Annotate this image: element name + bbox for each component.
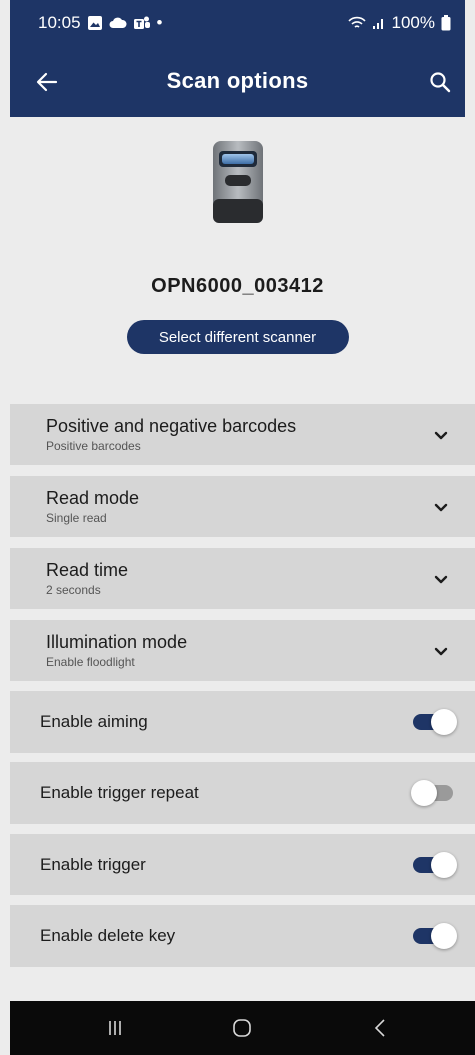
gallery-icon — [87, 15, 103, 31]
toggle-knob — [431, 851, 457, 878]
setting-texts: Read time 2 seconds — [46, 560, 128, 597]
recent-apps-icon — [109, 1021, 121, 1035]
recent-apps-button[interactable] — [100, 1015, 130, 1041]
signal-icon — [372, 16, 386, 30]
cloud-icon — [109, 16, 127, 30]
status-right: 100% — [347, 12, 451, 33]
back-icon — [374, 1019, 385, 1037]
chevron-down-icon — [434, 575, 448, 583]
setting-value: Enable floodlight — [46, 655, 135, 669]
scanner-device-image — [207, 137, 269, 232]
arrow-left-icon — [36, 72, 58, 92]
enable-trigger-toggle[interactable] — [411, 851, 457, 878]
setting-value: Single read — [46, 511, 107, 525]
setting-read-mode[interactable]: Read mode Single read — [10, 476, 475, 537]
toggle-label: Enable trigger repeat — [40, 783, 199, 802]
back-button[interactable] — [32, 67, 62, 97]
status-time: 10:05 — [38, 12, 81, 32]
system-navigation-bar — [10, 1001, 475, 1055]
setting-label: Read time — [46, 560, 129, 580]
system-back-button[interactable] — [365, 1015, 395, 1041]
setting-value: 2 seconds — [46, 583, 101, 597]
teams-icon — [133, 15, 151, 31]
status-bar: 10:05 • 100% — [10, 0, 465, 45]
setting-texts: Positive and negative barcodes Positive … — [46, 416, 296, 453]
chevron-down-icon — [434, 647, 448, 655]
enable-trigger-repeat-toggle[interactable] — [411, 780, 457, 806]
toggle-knob — [431, 709, 457, 735]
status-dot: • — [156, 12, 163, 32]
scanner-header: OPN6000_003412 Select different scanner — [10, 117, 465, 404]
setting-texts: Read mode Single read — [46, 488, 139, 525]
setting-read-time[interactable]: Read time 2 seconds — [10, 548, 475, 609]
setting-label: Illumination mode — [46, 632, 188, 652]
battery-icon — [441, 14, 451, 31]
setting-label: Read mode — [46, 488, 140, 508]
battery-percent: 100% — [391, 12, 435, 32]
setting-illumination-mode[interactable]: Illumination mode Enable floodlight — [10, 620, 475, 681]
setting-enable-aiming: Enable aiming — [10, 691, 475, 753]
setting-positive-negative-barcodes[interactable]: Positive and negative barcodes Positive … — [10, 404, 475, 465]
search-icon — [430, 72, 451, 93]
select-different-scanner-button[interactable]: Select different scanner — [126, 320, 349, 354]
toggle-label: Enable aiming — [40, 712, 148, 731]
page-title: Scan options — [166, 68, 309, 93]
top-app-bar: 10:05 • 100% Scan options — [10, 0, 465, 117]
setting-enable-delete-key: Enable delete key — [10, 905, 475, 967]
toggle-knob — [411, 780, 437, 806]
chevron-down-icon — [434, 431, 448, 439]
setting-value: Positive barcodes — [46, 439, 141, 453]
toggle-label: Enable delete key — [40, 926, 176, 945]
scanner-device-name: OPN6000_003412 — [151, 275, 324, 297]
enable-delete-key-toggle[interactable] — [411, 923, 457, 949]
app-bar: Scan options — [10, 45, 465, 117]
wifi-icon — [347, 16, 366, 30]
setting-enable-trigger-repeat: Enable trigger repeat — [10, 762, 475, 824]
setting-enable-trigger: Enable trigger — [10, 834, 475, 895]
toggle-knob — [431, 923, 457, 949]
status-left: 10:05 • — [38, 13, 163, 33]
enable-aiming-toggle[interactable] — [411, 709, 457, 735]
setting-label: Positive and negative barcodes — [46, 416, 297, 436]
search-button[interactable] — [425, 67, 455, 97]
toggle-label: Enable trigger — [40, 854, 146, 874]
setting-texts: Illumination mode Enable floodlight — [46, 632, 187, 669]
chevron-down-icon — [434, 503, 448, 511]
home-button[interactable] — [227, 1015, 257, 1041]
home-icon — [233, 1019, 251, 1037]
